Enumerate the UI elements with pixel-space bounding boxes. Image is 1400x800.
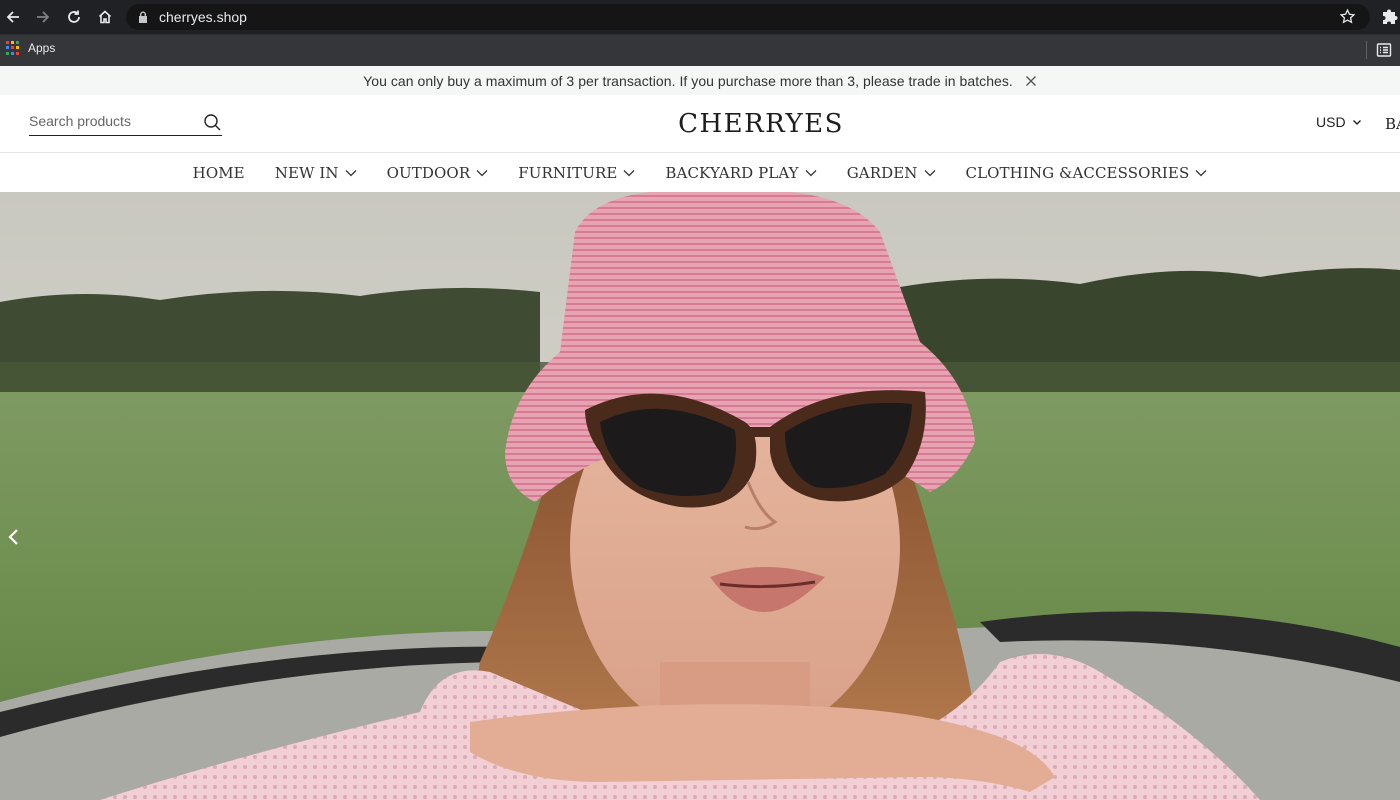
site-logo[interactable]: CHERRYES — [0, 109, 1400, 139]
nav-item-backyard-play[interactable]: BACKYARD PLAY — [665, 163, 817, 182]
divider — [1366, 41, 1367, 59]
bookmark-star-icon[interactable] — [1339, 8, 1356, 25]
back-arrow-icon[interactable] — [2, 6, 24, 28]
nav-item-label: CLOTHING &ACCESSORIES — [965, 163, 1190, 182]
nav-item-clothing-accessories[interactable]: CLOTHING &ACCESSORIES — [966, 164, 1208, 182]
chevron-left-icon[interactable] — [4, 525, 24, 549]
apps-grid-icon — [6, 41, 20, 55]
bookmarks-bar: Apps — [0, 34, 1400, 66]
forward-arrow-icon[interactable] — [32, 6, 54, 28]
chevron-down-icon — [1352, 120, 1361, 125]
puzzle-icon[interactable] — [1382, 8, 1400, 26]
reload-icon[interactable] — [63, 6, 85, 28]
apps-shortcut[interactable]: Apps — [6, 41, 55, 55]
hero-slideshow[interactable] — [0, 192, 1400, 800]
nav-item-furniture[interactable]: FURNITURE — [518, 164, 635, 182]
currency-label: USD — [1316, 114, 1346, 130]
chevron-down-icon — [924, 169, 935, 176]
chevron-down-icon — [345, 169, 357, 176]
nav-item-new-in[interactable]: NEW IN — [275, 164, 357, 182]
nav-item-label: BACKYARD PLAY — [665, 163, 799, 182]
chevron-down-icon — [623, 169, 635, 176]
announcement-bar: You can only buy a maximum of 3 per tran… — [0, 66, 1400, 95]
nav-item-label: NEW IN — [274, 163, 339, 182]
chevron-down-icon — [805, 169, 817, 176]
chevron-down-icon — [476, 169, 488, 176]
hero-image — [0, 192, 1400, 800]
nav-item-home[interactable]: HOME — [193, 164, 245, 182]
site-header: CHERRYES USD BA — [0, 95, 1400, 153]
cart-link-partial[interactable]: BA — [1385, 115, 1400, 133]
browser-toolbar: cherryes.shop — [0, 0, 1400, 34]
lock-icon — [139, 11, 147, 23]
url-text: cherryes.shop — [159, 9, 247, 25]
nav-item-label: FURNITURE — [518, 163, 618, 182]
home-icon[interactable] — [94, 6, 116, 28]
apps-label: Apps — [28, 41, 56, 55]
address-bar[interactable]: cherryes.shop — [126, 4, 1370, 30]
main-navigation: HOME NEW IN OUTDOOR FURNITURE BACKYARD P… — [0, 153, 1400, 192]
close-icon[interactable] — [1025, 75, 1037, 87]
nav-item-outdoor[interactable]: OUTDOOR — [387, 164, 489, 182]
nav-item-label: GARDEN — [846, 163, 918, 182]
nav-item-garden[interactable]: GARDEN — [847, 164, 936, 182]
nav-item-label: HOME — [192, 163, 245, 182]
chevron-down-icon — [1195, 169, 1207, 176]
reading-list-icon[interactable] — [1376, 42, 1392, 58]
announcement-text: You can only buy a maximum of 3 per tran… — [363, 72, 1013, 89]
currency-selector[interactable]: USD — [1316, 114, 1362, 130]
nav-item-label: OUTDOOR — [386, 163, 471, 182]
